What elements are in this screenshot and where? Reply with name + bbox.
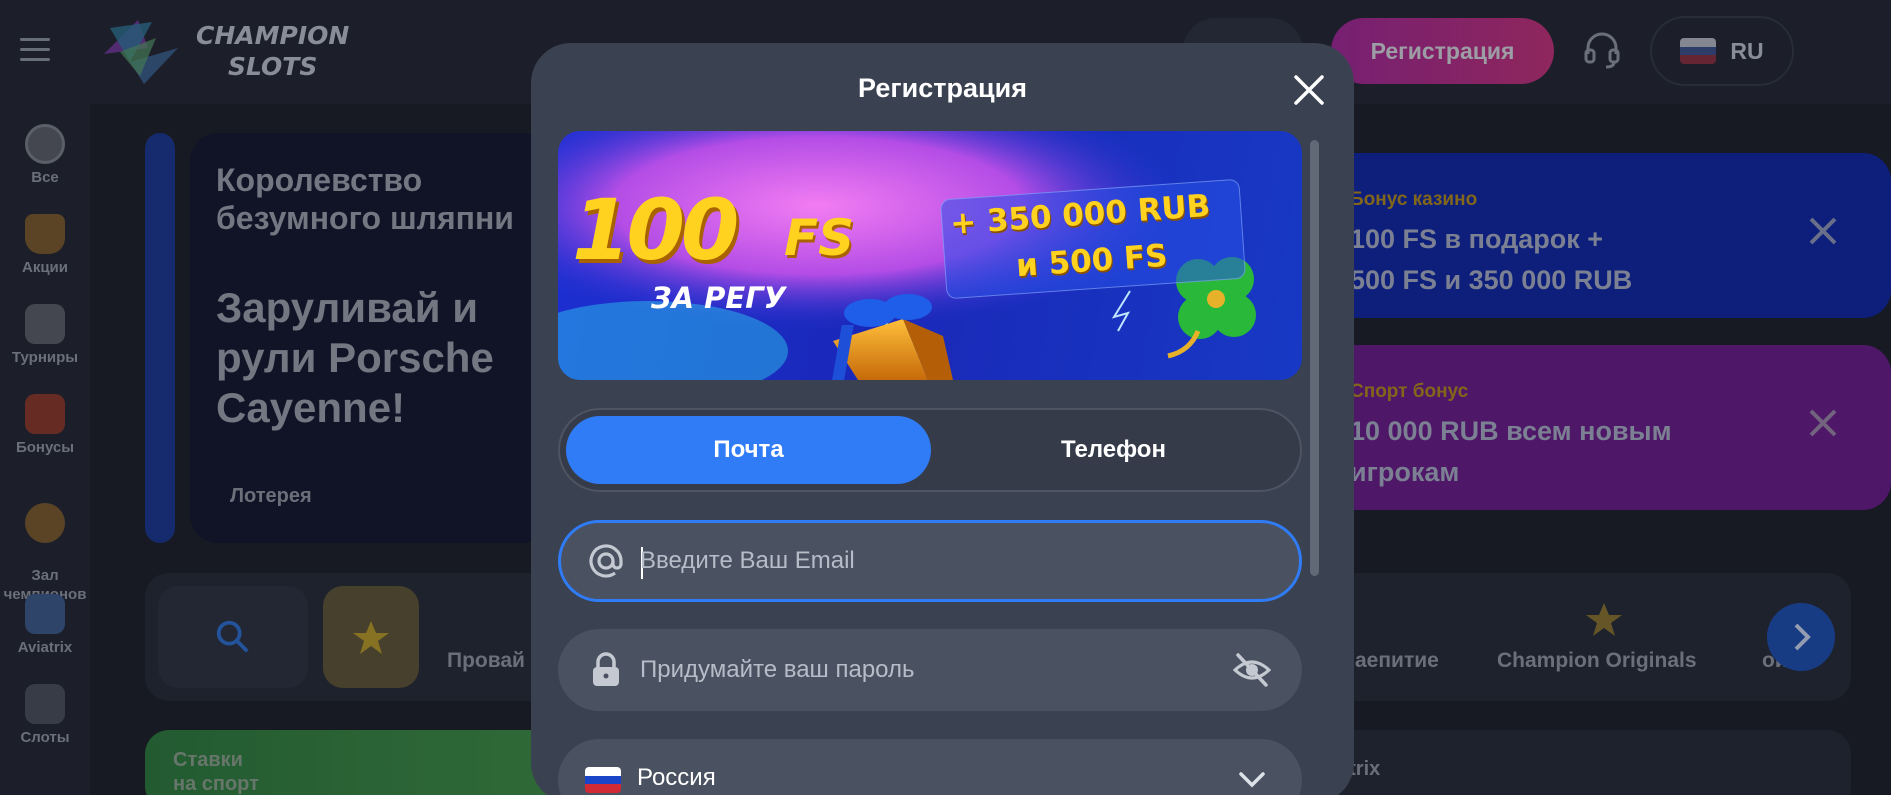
chevron-down-icon	[1239, 772, 1265, 788]
tab-email[interactable]: Почта	[566, 416, 931, 484]
email-input[interactable]	[640, 523, 1200, 599]
password-input[interactable]	[640, 629, 1200, 711]
password-field[interactable]	[558, 629, 1302, 711]
at-sign-icon	[589, 544, 623, 578]
banner-for-registration: ЗА РЕГУ	[651, 281, 787, 315]
modal-scrollbar[interactable]	[1310, 140, 1319, 576]
modal-title: Регистрация	[858, 73, 1027, 103]
registration-modal: Регистрация 100 FS ЗА РЕГУ + 350 000 RUB…	[531, 43, 1354, 795]
banner-fs: FS	[784, 209, 855, 267]
banner-free-spins-count: 100	[572, 181, 739, 279]
lock-icon	[593, 652, 619, 686]
bonus-banner: 100 FS ЗА РЕГУ + 350 000 RUB и 500 FS	[558, 131, 1302, 380]
russia-flag-icon	[585, 767, 621, 793]
registration-method-tabs: Почта Телефон	[558, 408, 1302, 492]
country-value: Россия	[637, 764, 716, 791]
tab-phone[interactable]: Телефон	[931, 416, 1296, 484]
eye-off-icon[interactable]	[1232, 651, 1272, 689]
country-select[interactable]: Россия	[558, 739, 1302, 795]
close-icon[interactable]	[1292, 73, 1326, 107]
email-field[interactable]	[558, 520, 1302, 602]
